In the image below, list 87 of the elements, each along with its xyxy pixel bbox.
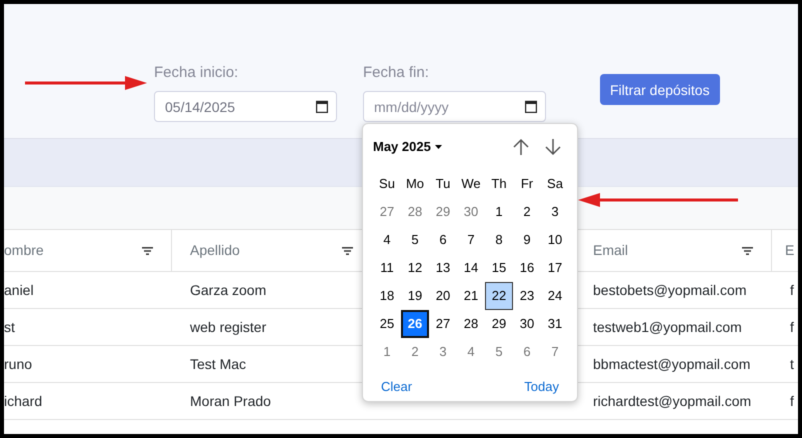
calendar-icon[interactable]: [316, 100, 328, 113]
field-label: Fecha inicio:: [154, 63, 240, 83]
calendar-day[interactable]: 29: [485, 310, 513, 338]
calendar-day[interactable]: 25: [373, 310, 401, 338]
table-cell-text: testweb1@yopmail.com: [593, 318, 742, 337]
field-label: Fecha fin:: [363, 63, 430, 83]
calendar-day[interactable]: 3: [429, 338, 457, 366]
calendar-day[interactable]: 29: [429, 198, 457, 226]
calendar-day[interactable]: 20: [429, 282, 457, 310]
table-cell-text: Moran Prado: [190, 392, 271, 410]
date-field[interactable]: 05/14/2025: [154, 91, 337, 122]
calendar-day[interactable]: 11: [373, 254, 401, 282]
calendar-day[interactable]: 16: [513, 254, 541, 282]
filter-button[interactable]: Filtrar depósitos: [600, 74, 720, 105]
previous-month-button[interactable]: [513, 138, 529, 156]
calendar-day[interactable]: 27: [373, 198, 401, 226]
weekday-label: Su: [378, 175, 396, 193]
calendar-day[interactable]: 9: [513, 226, 541, 254]
calendar-day[interactable]: 21: [457, 282, 485, 310]
calendar-day[interactable]: 6: [513, 338, 541, 366]
calendar-day[interactable]: 6: [429, 226, 457, 254]
table-cell-text: f: [790, 280, 794, 300]
calendar-day[interactable]: 30: [513, 310, 541, 338]
column-header: E: [785, 241, 794, 260]
calendar-day[interactable]: 5: [401, 226, 429, 254]
calendar-day[interactable]: 14: [457, 254, 485, 282]
arrow-up-icon: [513, 138, 529, 156]
table-cell-text: st: [4, 318, 15, 336]
column-header: Email: [593, 241, 628, 260]
calendar-day[interactable]: 4: [373, 226, 401, 254]
calendar-day[interactable]: 10: [541, 226, 569, 254]
calendar-day[interactable]: 1: [485, 198, 513, 226]
calendar-day[interactable]: 4: [457, 338, 485, 366]
table-cell-text: f: [790, 392, 794, 410]
table-cell-text: bestobets@yopmail.com: [593, 280, 747, 300]
month-dropdown[interactable]: May 2025: [373, 137, 442, 157]
calendar-day[interactable]: 24: [541, 282, 569, 310]
calendar-day[interactable]: 12: [401, 254, 429, 282]
weekday-label: Tu: [434, 175, 452, 193]
weekday-label: Mo: [404, 175, 426, 193]
clear-link[interactable]: Clear: [377, 377, 416, 396]
table-cell-text: runo: [4, 354, 32, 374]
column-header: Apellido: [190, 241, 240, 260]
calendar-day[interactable]: 26: [401, 310, 429, 338]
table-cell-text: f: [790, 318, 794, 336]
calendar-day[interactable]: 19: [401, 282, 429, 310]
column-header: ombre: [4, 241, 44, 260]
today-link[interactable]: Today: [520, 377, 563, 396]
table-cell-text: bbmactest@yopmail.com: [593, 354, 750, 374]
table-cell-text: Test Mac: [190, 354, 246, 374]
calendar-day[interactable]: 28: [401, 198, 429, 226]
table-cell-text: web register: [190, 318, 266, 337]
calendar-day[interactable]: 1: [373, 338, 401, 366]
calendar-day[interactable]: 5: [485, 338, 513, 366]
table-cell-text: Garza zoom: [190, 280, 266, 300]
arrow-down-icon: [545, 138, 561, 156]
calendar-day[interactable]: 2: [401, 338, 429, 366]
calendar-day[interactable]: 13: [429, 254, 457, 282]
calendar-day[interactable]: 15: [485, 254, 513, 282]
weekday-label: We: [460, 175, 482, 193]
calendar-day[interactable]: 28: [457, 310, 485, 338]
calendar-day[interactable]: 18: [373, 282, 401, 310]
filter-icon[interactable]: [342, 246, 353, 254]
table-cell-text: richardtest@yopmail.com: [593, 392, 752, 411]
calendar-day[interactable]: 22: [485, 282, 513, 310]
table-cell-text: ichard: [4, 392, 42, 410]
filter-icon[interactable]: [142, 246, 153, 254]
table-cell-text: aniel: [4, 280, 34, 300]
calendar-day[interactable]: 31: [541, 310, 569, 338]
calendar-day[interactable]: 23: [513, 282, 541, 310]
weekday-label: Th: [490, 175, 508, 193]
calendar-day[interactable]: 8: [485, 226, 513, 254]
weekday-label: Fr: [520, 175, 534, 193]
filter-icon[interactable]: [742, 246, 753, 254]
calendar-day[interactable]: 17: [541, 254, 569, 282]
calendar-day[interactable]: 3: [541, 198, 569, 226]
calendar-day[interactable]: 27: [429, 310, 457, 338]
calendar-day[interactable]: 30: [457, 198, 485, 226]
calendar-day[interactable]: 7: [457, 226, 485, 254]
weekday-label: Sa: [546, 175, 564, 193]
table-cell-text: t: [790, 354, 794, 374]
calendar-day[interactable]: 7: [541, 338, 569, 366]
caret-icon: [434, 145, 442, 149]
calendar-icon[interactable]: [525, 100, 537, 113]
calendar-day[interactable]: 2: [513, 198, 541, 226]
date-field[interactable]: mm/dd/yyyy: [363, 91, 546, 122]
next-month-button[interactable]: [545, 138, 561, 156]
